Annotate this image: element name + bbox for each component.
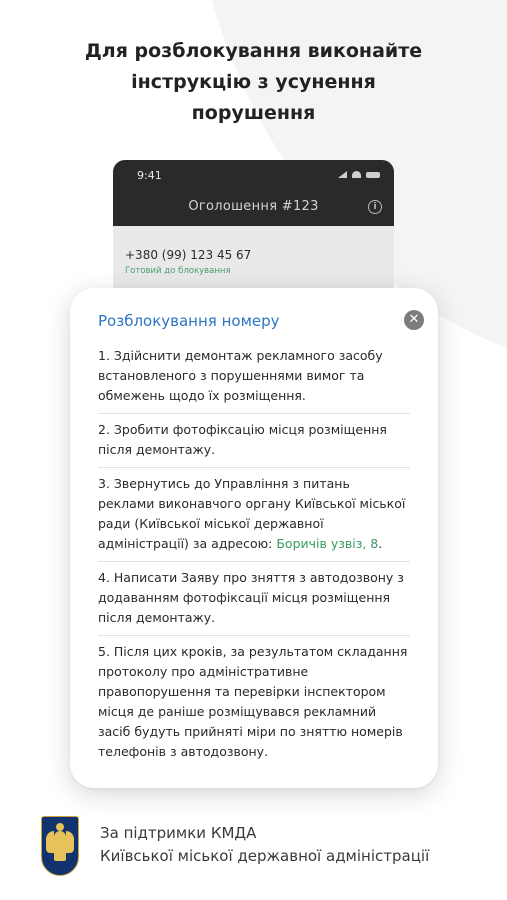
modal-title: Розблокування номеру <box>98 312 280 330</box>
close-icon[interactable]: ✕ <box>404 310 424 330</box>
listing-title: Оголошення #123 <box>188 199 319 214</box>
phone-status: Готовий до блокування <box>125 266 231 276</box>
phone-number: +380 (99) 123 45 67 <box>125 248 252 262</box>
status-time: 9:41 <box>137 169 162 182</box>
footer: За підтримки КМДА Київської міської держ… <box>38 816 488 882</box>
footer-line-1: За підтримки КМДА <box>100 824 257 842</box>
status-icons <box>338 171 380 178</box>
headline-line-2: інструкцію з усунення <box>131 71 376 93</box>
info-icon[interactable]: i <box>368 200 382 214</box>
kyiv-coat-of-arms-icon <box>41 816 79 876</box>
headline-line-3: порушення <box>191 102 316 124</box>
address-link[interactable]: Боричів узвіз, 8 <box>276 536 378 551</box>
step-item-4: 4. Написати Заяву про зняття з автодозво… <box>98 562 410 636</box>
unblock-modal: Розблокування номеру ✕ 1. Здійснити демо… <box>70 288 438 788</box>
page-headline: Для розблокування виконайте інструкцію з… <box>0 36 507 129</box>
step-item-2: 2. Зробити фотофіксацію місця розміщення… <box>98 414 410 468</box>
headline-line-1: Для розблокування виконайте <box>84 40 423 62</box>
battery-icon <box>366 171 380 178</box>
cellular-signal-icon <box>338 171 347 178</box>
steps-list: 1. Здійснити демонтаж рекламного засобу … <box>98 344 410 769</box>
step-item-1: 1. Здійснити демонтаж рекламного засобу … <box>98 344 410 414</box>
wifi-icon <box>352 171 361 178</box>
step-item-3: 3. Звернутись до Управління з питань рек… <box>98 468 410 562</box>
footer-line-2: Київської міської державної адміністраці… <box>100 847 430 865</box>
footer-text: За підтримки КМДА Київської міської держ… <box>100 822 429 868</box>
step-item-5: 5. Після цих кроків, за результатом скла… <box>98 644 408 759</box>
phone-header: 9:41 Оголошення #123 i <box>113 160 394 226</box>
